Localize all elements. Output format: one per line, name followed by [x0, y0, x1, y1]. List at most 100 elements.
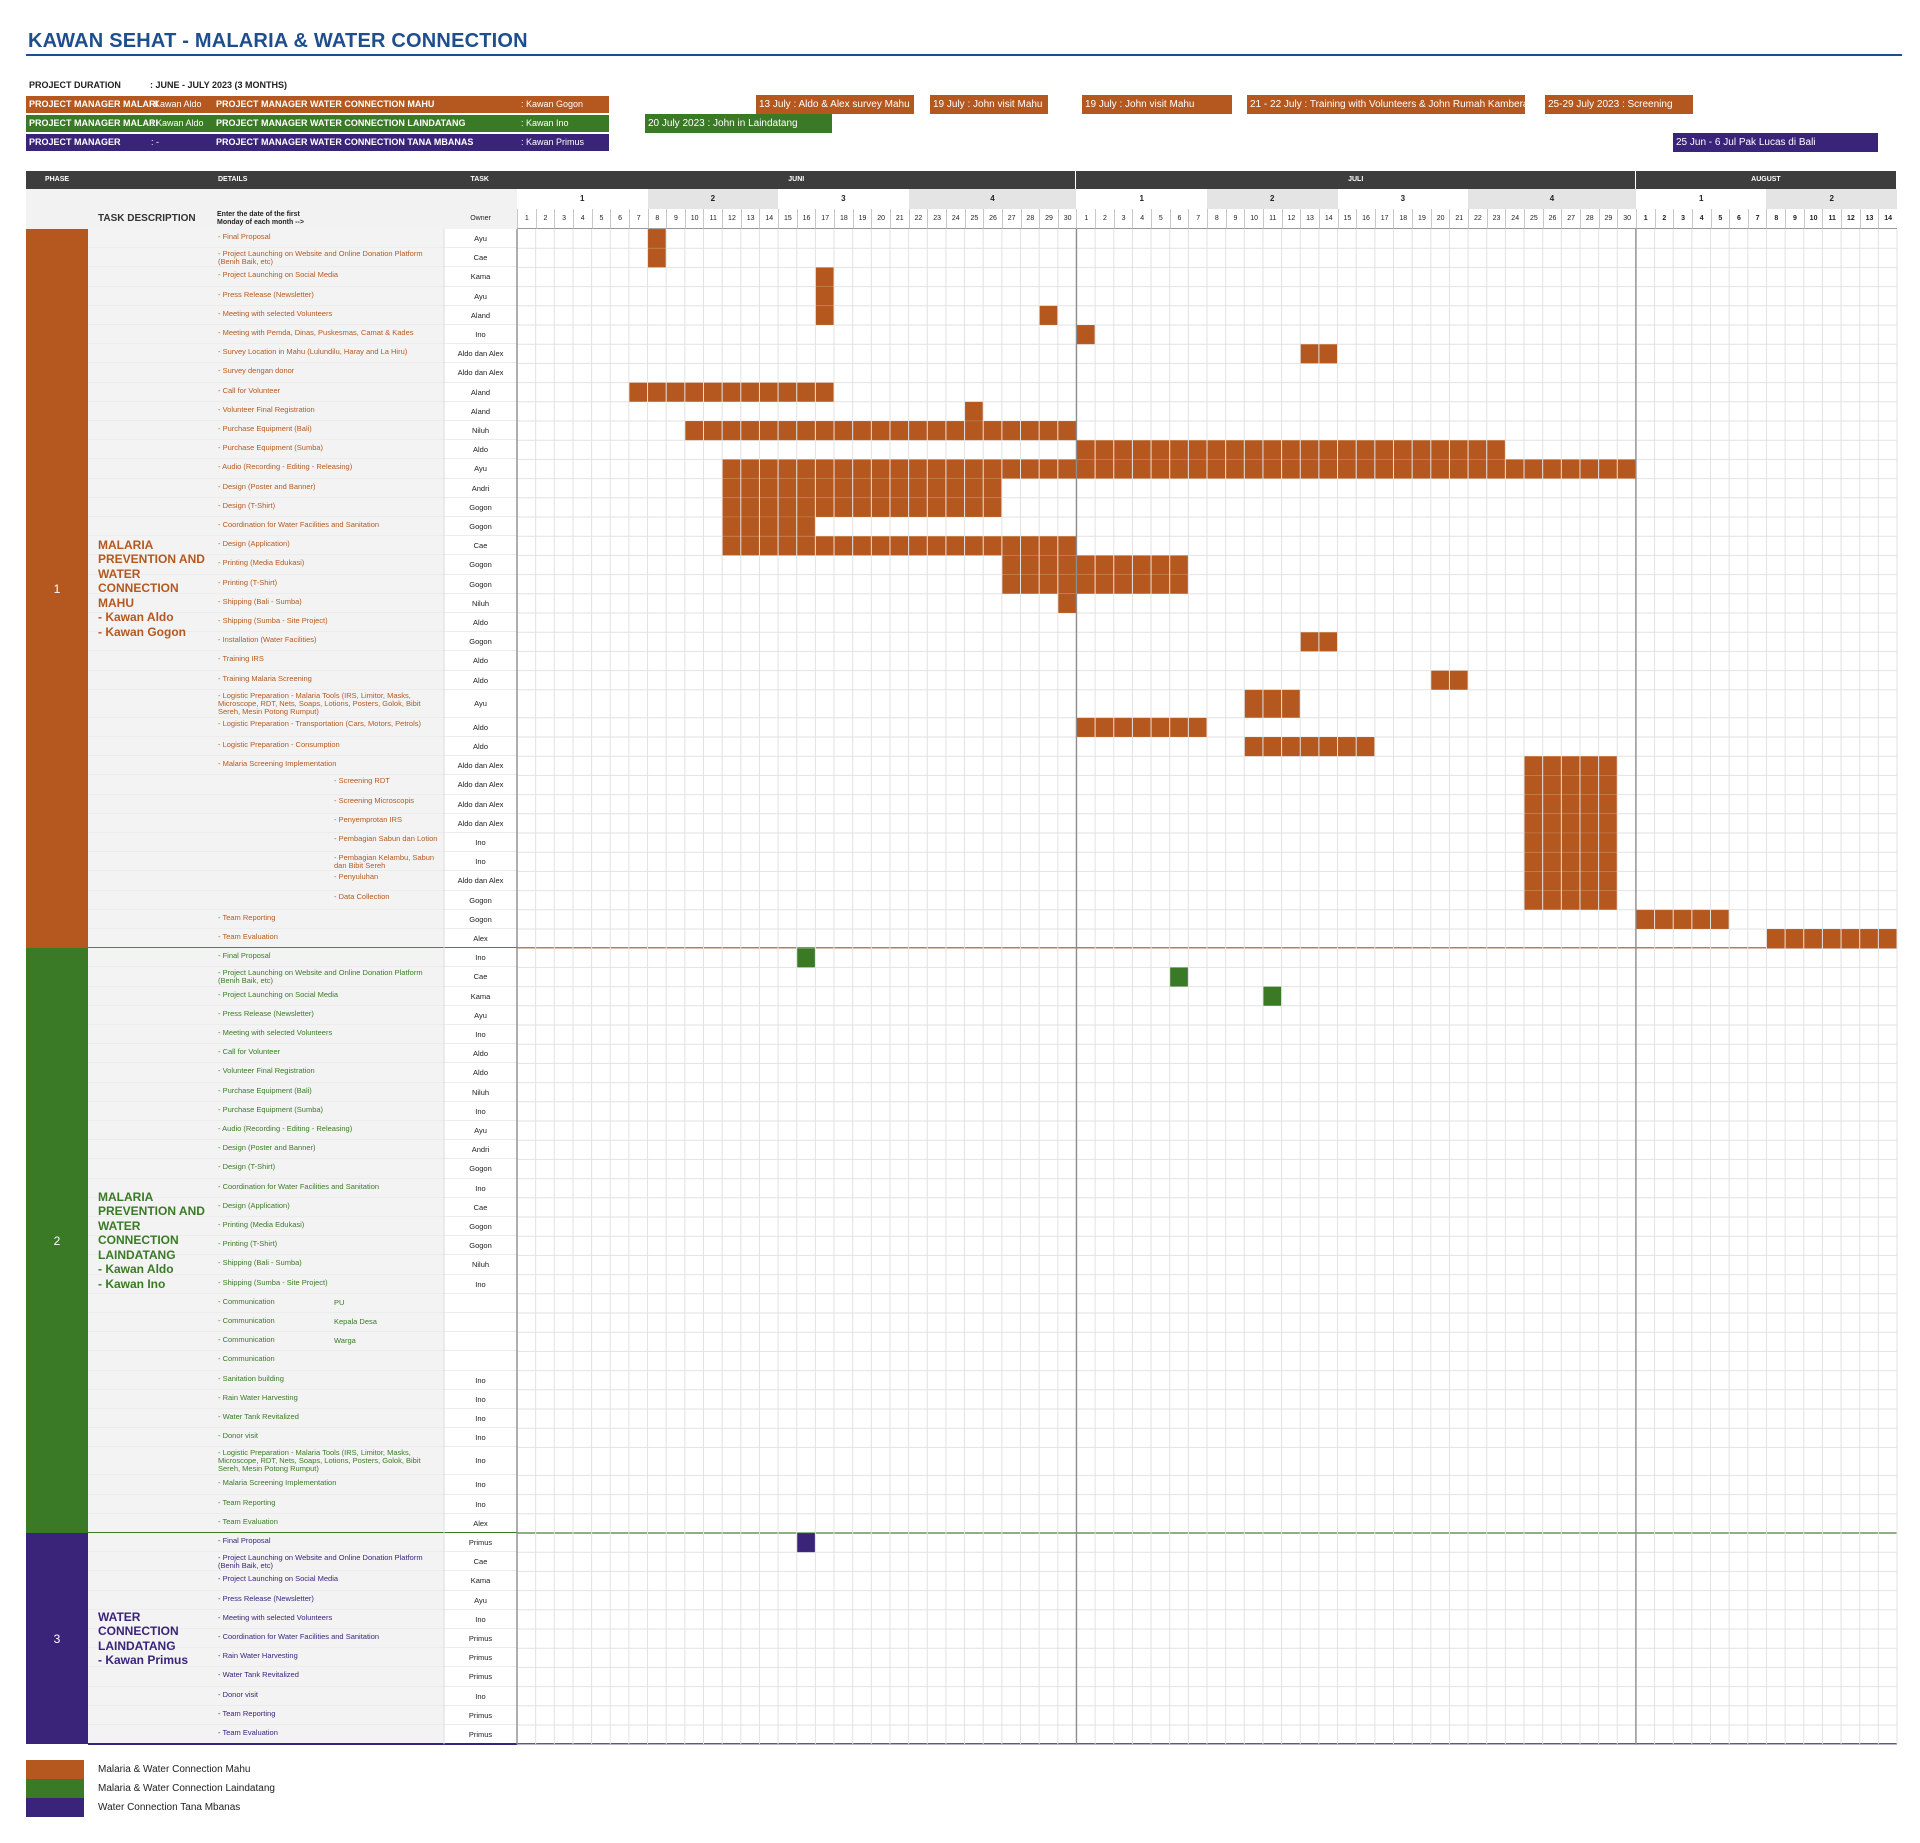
gantt-bar-cell[interactable]: [1299, 439, 1320, 460]
gantt-bar-cell[interactable]: [759, 535, 779, 556]
gantt-bar-cell[interactable]: [796, 478, 816, 499]
gantt-bar-cell[interactable]: [1169, 459, 1189, 479]
gantt-bar-cell[interactable]: [889, 459, 909, 479]
gantt-bar-cell[interactable]: [1057, 535, 1077, 556]
gantt-bar-cell[interactable]: [777, 478, 798, 499]
gantt-bar-cell[interactable]: [1281, 689, 1301, 719]
gantt-bar-cell[interactable]: [796, 459, 816, 479]
gantt-bar-cell[interactable]: [1318, 631, 1338, 652]
gantt-bar-cell[interactable]: [1001, 420, 1021, 441]
gantt-bar-cell[interactable]: [926, 478, 947, 499]
gantt-bar-cell[interactable]: [777, 535, 798, 556]
gantt-bar-cell[interactable]: [871, 459, 891, 479]
gantt-bar-cell[interactable]: [833, 535, 853, 556]
gantt-bar-cell[interactable]: [1262, 689, 1282, 719]
gantt-bar-cell[interactable]: [684, 382, 704, 403]
gantt-bar-cell[interactable]: [1076, 555, 1096, 575]
gantt-bar-cell[interactable]: [1038, 459, 1059, 479]
gantt-bar-cell[interactable]: [908, 497, 928, 518]
gantt-bar-cell[interactable]: [1113, 555, 1133, 575]
gantt-bar-cell[interactable]: [628, 382, 648, 403]
gantt-bar-cell[interactable]: [1542, 832, 1562, 853]
gantt-bar-cell[interactable]: [1766, 928, 1786, 949]
gantt-bar-cell[interactable]: [1467, 439, 1488, 460]
gantt-bar-cell[interactable]: [1038, 555, 1059, 575]
gantt-bar-cell[interactable]: [1225, 459, 1245, 479]
gantt-bar-cell[interactable]: [1374, 439, 1394, 460]
gantt-bar-cell[interactable]: [982, 420, 1003, 441]
gantt-bar-cell[interactable]: [1542, 775, 1562, 795]
gantt-bar-cell[interactable]: [1561, 755, 1581, 776]
gantt-bar-cell[interactable]: [1505, 459, 1525, 479]
gantt-bar-cell[interactable]: [926, 497, 947, 518]
gantt-bar-cell[interactable]: [759, 497, 779, 518]
gantt-bar-cell[interactable]: [1057, 459, 1077, 479]
gantt-bar-cell[interactable]: [964, 497, 984, 518]
gantt-bar-cell[interactable]: [815, 305, 835, 326]
gantt-bar-cell[interactable]: [1374, 459, 1394, 479]
gantt-bar-cell[interactable]: [1542, 851, 1562, 872]
gantt-bar-cell[interactable]: [740, 420, 760, 441]
gantt-bar-cell[interactable]: [1076, 717, 1096, 738]
gantt-bar-cell[interactable]: [1523, 775, 1543, 795]
gantt-bar-cell[interactable]: [945, 478, 965, 499]
gantt-bar-cell[interactable]: [1057, 574, 1077, 595]
gantt-bar-cell[interactable]: [796, 497, 816, 518]
gantt-bar-cell[interactable]: [1561, 832, 1581, 853]
gantt-bar-cell[interactable]: [1822, 928, 1842, 949]
gantt-bar-cell[interactable]: [1467, 459, 1488, 479]
gantt-bar-cell[interactable]: [1355, 439, 1376, 460]
gantt-bar-cell[interactable]: [703, 382, 723, 403]
gantt-bar-cell[interactable]: [1579, 775, 1599, 795]
gantt-bar-cell[interactable]: [1076, 459, 1096, 479]
gantt-bar-cell[interactable]: [1523, 813, 1543, 834]
gantt-bar-cell[interactable]: [1132, 574, 1152, 595]
gantt-bar-cell[interactable]: [1803, 928, 1823, 949]
gantt-bar-cell[interactable]: [1113, 717, 1133, 738]
gantt-bar-cell[interactable]: [1206, 459, 1226, 479]
gantt-bar-cell[interactable]: [945, 420, 965, 441]
gantt-bar-cell[interactable]: [908, 535, 928, 556]
gantt-bar-cell[interactable]: [1132, 459, 1152, 479]
gantt-bar-cell[interactable]: [1150, 555, 1171, 575]
gantt-bar-cell[interactable]: [721, 459, 742, 479]
gantt-bar-cell[interactable]: [964, 401, 984, 422]
gantt-bar-cell[interactable]: [1318, 459, 1338, 479]
gantt-bar-cell[interactable]: [1299, 343, 1320, 364]
gantt-bar-cell[interactable]: [740, 516, 760, 537]
gantt-bar-cell[interactable]: [852, 459, 872, 479]
gantt-bar-cell[interactable]: [945, 497, 965, 518]
gantt-bar-cell[interactable]: [1281, 439, 1301, 460]
gantt-bar-cell[interactable]: [740, 497, 760, 518]
gantt-bar-cell[interactable]: [1299, 459, 1320, 479]
gantt-bar-cell[interactable]: [1094, 574, 1115, 595]
gantt-bar-cell[interactable]: [1132, 717, 1152, 738]
gantt-bar-cell[interactable]: [1225, 439, 1245, 460]
gantt-bar-cell[interactable]: [796, 516, 816, 537]
gantt-bar-cell[interactable]: [1542, 755, 1562, 776]
gantt-bar-cell[interactable]: [1486, 439, 1506, 460]
gantt-bar-cell[interactable]: [1188, 717, 1208, 738]
gantt-bar-cell[interactable]: [1486, 459, 1506, 479]
gantt-bar-cell[interactable]: [1188, 459, 1208, 479]
gantt-bar-cell[interactable]: [1169, 555, 1189, 575]
gantt-bar-cell[interactable]: [1598, 755, 1618, 776]
gantt-bar-cell[interactable]: [759, 516, 779, 537]
gantt-bar-cell[interactable]: [1542, 459, 1562, 479]
gantt-bar-cell[interactable]: [833, 497, 853, 518]
gantt-bar-cell[interactable]: [1020, 420, 1040, 441]
gantt-bar-cell[interactable]: [1057, 555, 1077, 575]
gantt-bar-cell[interactable]: [796, 382, 816, 403]
gantt-bar-cell[interactable]: [908, 420, 928, 441]
gantt-bar-cell[interactable]: [1094, 717, 1115, 738]
gantt-bar-cell[interactable]: [777, 459, 798, 479]
gantt-bar-cell[interactable]: [1262, 736, 1282, 757]
gantt-bar-cell[interactable]: [721, 382, 742, 403]
gantt-bar-cell[interactable]: [1318, 736, 1338, 757]
gantt-bar-cell[interactable]: [1561, 851, 1581, 872]
gantt-bar-cell[interactable]: [796, 535, 816, 556]
gantt-bar-cell[interactable]: [982, 459, 1003, 479]
gantt-bar-cell[interactable]: [982, 478, 1003, 499]
gantt-bar-cell[interactable]: [1710, 909, 1730, 930]
gantt-bar-cell[interactable]: [1262, 459, 1282, 479]
